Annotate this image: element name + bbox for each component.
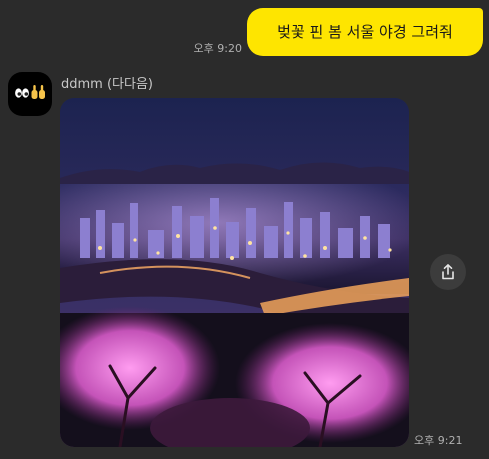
eyes-pointing-emoji-icon [15,85,45,99]
share-upload-icon [442,264,454,280]
sender-avatar[interactable] [8,72,52,116]
outgoing-message-time: 오후 9:20 [193,42,242,55]
generated-image[interactable] [60,98,409,447]
share-button[interactable] [430,254,466,290]
outgoing-message-bubble[interactable]: 벚꽃 핀 봄 서울 야경 그려줘 [247,8,483,56]
outgoing-message-row: 벚꽃 핀 봄 서울 야경 그려줘 오후 9:20 [0,0,489,60]
seoul-night-cherry-blossom-image [60,98,409,447]
sender-name: ddmm (다다음) [61,77,153,92]
incoming-message-time: 오후 9:21 [414,434,463,447]
